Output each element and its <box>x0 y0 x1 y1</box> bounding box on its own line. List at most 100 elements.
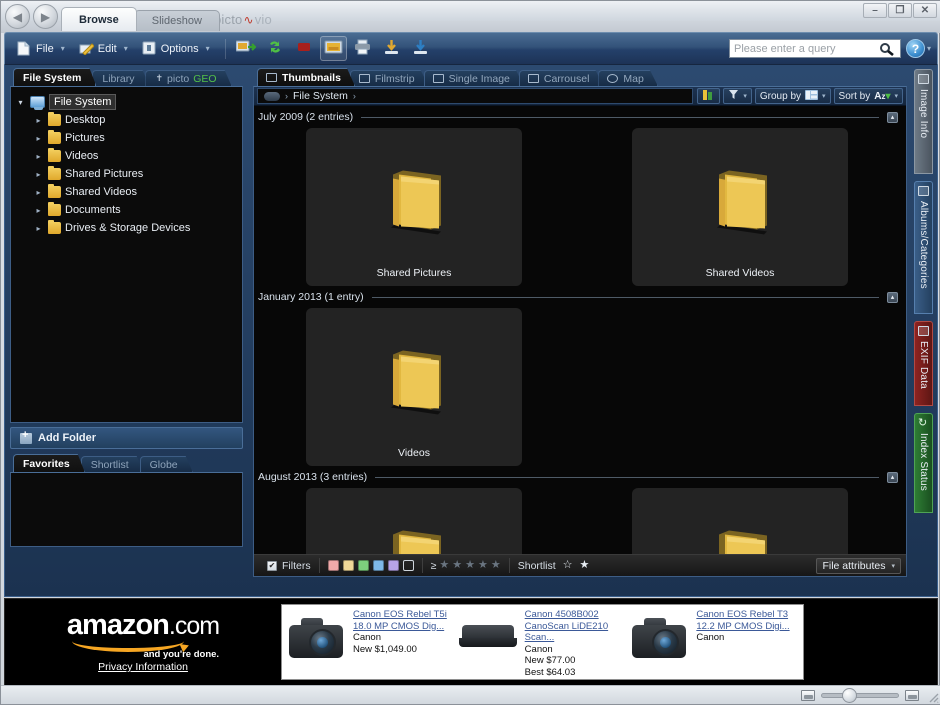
print-button[interactable] <box>349 36 376 61</box>
ad-product-3[interactable]: Canon EOS Rebel T3 12.2 MP CMOS Digi... … <box>628 609 800 665</box>
tab-slideshow[interactable]: Slideshow <box>133 10 220 31</box>
rail-tab-albums-categories[interactable]: Albums/Categories <box>914 181 933 314</box>
tab-thumbnails[interactable]: Thumbnails <box>257 68 355 86</box>
back-button[interactable]: ◀ <box>5 4 30 29</box>
rating-star-1[interactable]: ★ <box>439 560 449 571</box>
thumbnail-size-slider[interactable] <box>821 687 899 703</box>
breadcrumb[interactable]: › File System › <box>257 88 694 104</box>
file-menu-button[interactable]: File ▾ <box>11 37 71 61</box>
thumbnail-item-partial-1[interactable] <box>306 488 522 554</box>
color-swatch-none[interactable] <box>402 560 414 571</box>
color-swatch-red[interactable] <box>327 560 339 571</box>
thumbnail-item-shared-videos[interactable]: Shared Videos <box>632 128 848 286</box>
privacy-information-link[interactable]: Privacy Information <box>98 661 188 673</box>
edit-menu-button[interactable]: Edit ▾ <box>73 37 134 61</box>
tree-item-shared-pictures[interactable]: ▸ Shared Pictures <box>15 165 238 183</box>
search-box[interactable] <box>728 39 901 58</box>
thumbnail-item-shared-pictures[interactable]: Shared Pictures <box>306 128 522 286</box>
chevron-right-icon[interactable]: ▸ <box>33 116 44 125</box>
chevron-right-icon[interactable]: ▸ <box>33 152 44 161</box>
shortlist-star-outline-icon[interactable]: ☆ <box>563 560 573 571</box>
ad-product-title-line1[interactable]: Canon EOS Rebel T3 <box>696 609 789 621</box>
filter-color-button[interactable] <box>697 88 721 104</box>
close-button[interactable]: ✕ <box>913 3 937 18</box>
small-thumb-icon[interactable] <box>801 689 815 701</box>
tree-item-videos[interactable]: ▸ Videos <box>15 147 238 165</box>
ad-product-title-line2[interactable]: 12.2 MP CMOS Digi... <box>696 621 789 633</box>
ad-product-title-line3[interactable]: Scan... <box>525 632 608 644</box>
favorites-panel[interactable] <box>10 472 243 547</box>
rail-tab-image-info[interactable]: Image Info <box>914 69 933 174</box>
color-swatch-blue[interactable] <box>372 560 384 571</box>
tab-single-image[interactable]: Single Image <box>424 70 524 86</box>
group-collapse-button[interactable]: ▴ <box>887 291 898 303</box>
help-button[interactable]: ? ▾ <box>905 39 931 58</box>
ad-product-title-line2[interactable]: 18.0 MP CMOS Dig... <box>353 621 447 633</box>
ad-product-2[interactable]: Canon 4508B002 CanoScan LiDE210 Scan... … <box>457 609 629 678</box>
rating-star-2[interactable]: ★ <box>452 560 462 571</box>
tab-browse[interactable]: Browse <box>61 7 137 31</box>
chevron-right-icon[interactable]: ▸ <box>33 134 44 143</box>
upload-button[interactable] <box>407 36 434 61</box>
sidebar-tab-shortlist[interactable]: Shortlist <box>81 456 144 472</box>
sidebar-tab-globe[interactable]: Globe <box>140 456 193 472</box>
ad-product-title-line2[interactable]: CanoScan LiDE210 <box>525 621 608 633</box>
chevron-right-icon[interactable]: ▸ <box>33 170 44 179</box>
file-system-tree[interactable]: ▾ File System ▸ Desktop ▸ Pictures ▸ Vid… <box>10 86 243 423</box>
thumbnail-item-partial-2[interactable] <box>632 488 848 554</box>
sidebar-tab-library[interactable]: Library <box>92 70 149 86</box>
sort-by-button[interactable]: Sort by Az▾ ▾ <box>833 88 903 104</box>
color-swatch-green[interactable] <box>357 560 369 571</box>
filters-checkbox[interactable]: ✔ <box>267 560 277 571</box>
slider-handle[interactable] <box>842 687 857 703</box>
chevron-down-icon[interactable]: ▾ <box>15 98 26 107</box>
chevron-right-icon[interactable]: ▸ <box>33 188 44 197</box>
file-attributes-button[interactable]: File attributes ▾ <box>816 557 901 574</box>
chevron-right-icon[interactable]: ▸ <box>33 206 44 215</box>
download-button[interactable] <box>378 36 405 61</box>
rating-operator[interactable]: ≥ <box>431 560 437 572</box>
group-by-button[interactable]: Group by ▾ <box>754 88 831 104</box>
tree-item-drives-storage[interactable]: ▸ Drives & Storage Devices <box>15 219 238 237</box>
tree-item-desktop[interactable]: ▸ Desktop <box>15 111 238 129</box>
tree-item-file-system[interactable]: ▾ File System <box>15 93 238 111</box>
forward-button[interactable]: ▶ <box>33 4 58 29</box>
rating-star-4[interactable]: ★ <box>478 560 488 571</box>
sidebar-tab-favorites[interactable]: Favorites <box>13 454 85 472</box>
tree-item-pictures[interactable]: ▸ Pictures <box>15 129 238 147</box>
maximize-button[interactable]: ❐ <box>888 3 912 18</box>
chevron-right-icon[interactable]: ▸ <box>33 224 44 233</box>
slideshow-button[interactable] <box>319 36 347 61</box>
rating-star-3[interactable]: ★ <box>465 560 475 571</box>
rating-star-5[interactable]: ★ <box>491 560 501 571</box>
ad-product-title-line1[interactable]: Canon EOS Rebel T5i <box>353 609 447 621</box>
stop-button[interactable] <box>291 36 318 61</box>
color-swatch-purple[interactable] <box>387 560 399 571</box>
group-collapse-button[interactable]: ▴ <box>887 111 898 123</box>
ad-product-title-line1[interactable]: Canon 4508B002 <box>525 609 608 621</box>
search-icon[interactable] <box>874 40 899 57</box>
sidebar-tab-pictogeo[interactable]: ✝ picto GEO <box>145 70 231 86</box>
add-folder-button[interactable]: Add Folder <box>10 427 243 449</box>
tree-item-shared-videos[interactable]: ▸ Shared Videos <box>15 183 238 201</box>
tree-item-documents[interactable]: ▸ Documents <box>15 201 238 219</box>
sidebar-tab-file-system[interactable]: File System <box>13 68 96 86</box>
options-menu-button[interactable]: Options ▾ <box>136 37 216 61</box>
rail-tab-exif-data[interactable]: EXIF Data <box>914 321 933 406</box>
filter-button[interactable]: ▾ <box>723 88 752 104</box>
minimize-button[interactable]: – <box>863 3 887 18</box>
tab-carrousel[interactable]: Carrousel <box>519 70 604 86</box>
export-images-button[interactable] <box>233 36 260 61</box>
resize-grip-icon[interactable] <box>926 690 939 703</box>
large-thumb-icon[interactable] <box>905 689 919 701</box>
thumbnail-scroll-area[interactable]: July 2009 (2 entries) ▴ Shared Pictures … <box>254 106 906 554</box>
filters-toggle[interactable]: ✔ Filters <box>259 560 319 572</box>
shortlist-star-filled-icon[interactable]: ★ <box>580 560 590 571</box>
thumbnail-item-videos[interactable]: Videos <box>306 308 522 466</box>
ad-product-1[interactable]: Canon EOS Rebel T5i 18.0 MP CMOS Dig... … <box>285 609 457 665</box>
tab-map[interactable]: Map <box>598 70 657 86</box>
search-input[interactable] <box>729 40 875 57</box>
color-swatch-yellow[interactable] <box>342 560 354 571</box>
rotate-button[interactable] <box>262 36 289 61</box>
group-collapse-button[interactable]: ▴ <box>887 471 898 483</box>
